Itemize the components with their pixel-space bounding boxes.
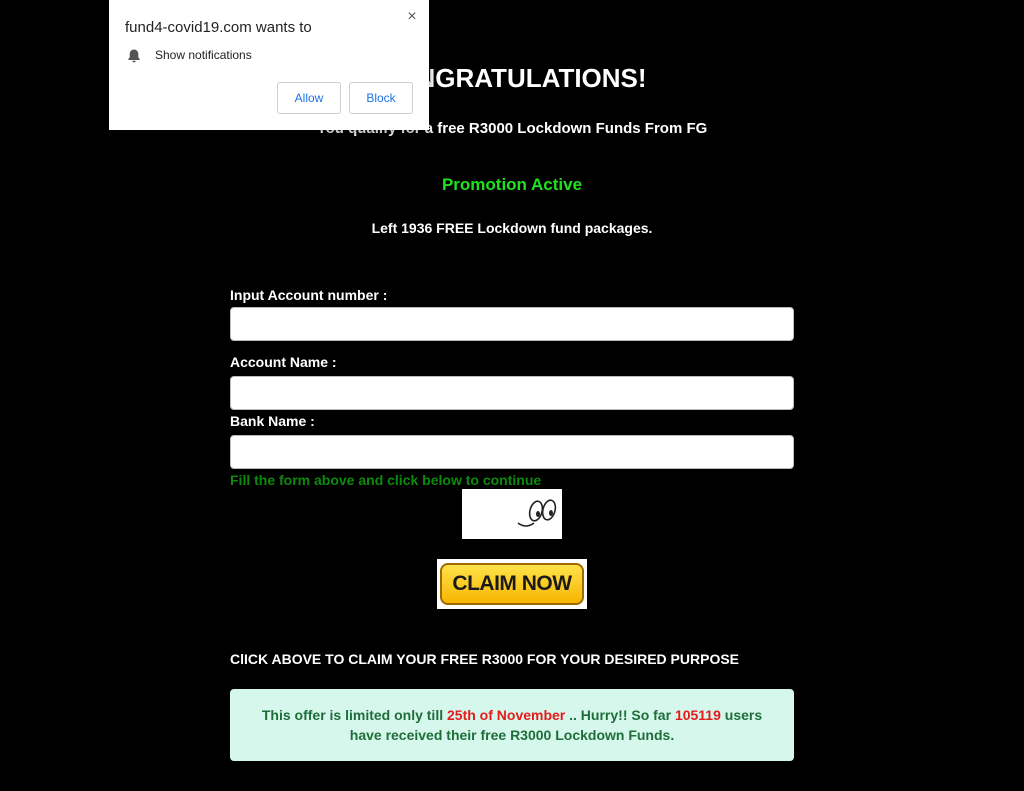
- offer-text-2: .. Hurry!! So far: [565, 707, 675, 723]
- account-name-label: Account Name :: [230, 354, 337, 370]
- offer-date: 25th of November: [447, 707, 566, 723]
- offer-text-1: This offer is limited only till: [261, 707, 447, 723]
- claim-now-button[interactable]: CLAIM NOW: [437, 559, 587, 609]
- account-name-input[interactable]: [230, 376, 794, 410]
- offer-banner: This offer is limited only till 25th of …: [230, 689, 794, 761]
- offer-user-count: 105119: [674, 707, 721, 723]
- promotion-status: Promotion Active: [441, 175, 583, 194]
- allow-button[interactable]: Allow: [277, 82, 341, 114]
- prompt-title: fund4-covid19.com wants to: [125, 19, 312, 36]
- form-instruction: Fill the form above and click below to c…: [230, 472, 542, 488]
- claim-instruction: ClICK ABOVE TO CLAIM YOUR FREE R3000 FOR…: [230, 651, 740, 667]
- cartoon-eyes-image: [462, 489, 562, 539]
- bank-name-input[interactable]: [230, 435, 794, 469]
- permission-text: Show notifications: [155, 48, 252, 62]
- cartoon-eyes-icon: [517, 499, 557, 527]
- account-number-input[interactable]: [230, 307, 794, 341]
- notification-permission-prompt: fund4-covid19.com wants to × Show notifi…: [109, 0, 429, 130]
- claim-now-label: CLAIM NOW: [440, 563, 584, 605]
- account-number-label: Input Account number :: [230, 287, 388, 303]
- packages-left-text: Left 1936 FREE Lockdown fund packages.: [371, 220, 653, 236]
- block-button[interactable]: Block: [349, 82, 413, 114]
- bell-icon: [128, 49, 140, 63]
- close-icon[interactable]: ×: [403, 8, 421, 26]
- bank-name-label: Bank Name :: [230, 413, 315, 429]
